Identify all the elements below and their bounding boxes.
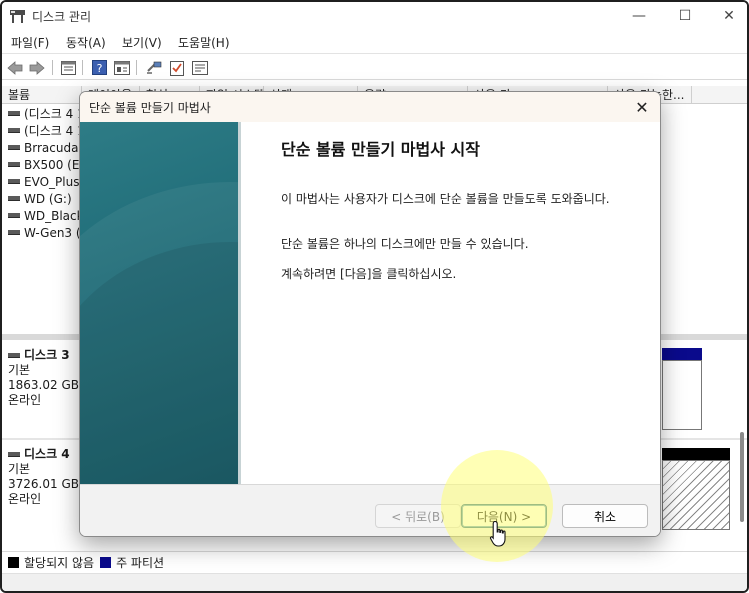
drive-icon [8, 179, 20, 184]
volume-name: (디스크 4 1 [24, 107, 85, 121]
column-volume[interactable]: 볼륨 [2, 86, 82, 104]
list-item[interactable]: WD (G:) [8, 190, 72, 207]
settings-icon[interactable] [191, 59, 208, 76]
vertical-scrollbar[interactable] [740, 432, 744, 522]
disk-3-name: 디스크 3 [24, 348, 70, 362]
wizard-disk-note: 단순 볼륨은 하나의 디스크에만 만들 수 있습니다. [281, 237, 529, 251]
legend-primary: 주 파티션 [116, 556, 165, 570]
view-icon[interactable] [113, 59, 130, 76]
wizard-banner-image [80, 122, 238, 484]
status-bar [2, 573, 747, 591]
wizard-content: 단순 볼륨 만들기 마법사 시작 이 마법사는 사용자가 디스크에 단순 볼륨을… [241, 122, 660, 484]
partition-block[interactable] [662, 360, 702, 430]
hand-cursor-icon [489, 520, 506, 547]
svg-text:?: ? [97, 62, 103, 75]
wizard-continue-note: 계속하려면 [다음]을 클릭하십시오. [281, 267, 457, 281]
close-button[interactable]: ✕ [714, 6, 744, 26]
volume-name: (디스크 4 1 [24, 124, 85, 138]
drive-icon [8, 162, 20, 167]
new-simple-volume-wizard: 단순 볼륨 만들기 마법사 ✕ 단순 볼륨 만들기 마법사 시작 이 마법사는 … [79, 91, 661, 537]
list-item[interactable]: (디스크 4 1 [8, 122, 85, 139]
maximize-button[interactable]: ☐ [670, 6, 700, 26]
forward-icon[interactable] [28, 59, 45, 76]
wizard-button-bar: < 뒤로(B) 다음(N) > 취소 [80, 484, 660, 536]
toolbar-separator [52, 60, 53, 75]
dialog-close-icon[interactable]: ✕ [632, 97, 652, 117]
volume-name: WD_Black [24, 208, 84, 223]
volume-name: WD (G:) [24, 191, 72, 206]
help-icon[interactable]: ? [91, 59, 108, 76]
back-button[interactable]: < 뒤로(B) [375, 504, 461, 528]
primary-swatch [100, 557, 112, 568]
unallocated-block[interactable] [662, 460, 730, 530]
checklist-icon[interactable] [168, 59, 185, 76]
list-item[interactable]: BX500 (E:) [8, 156, 88, 173]
list-item[interactable]: (디스크 4 1 [8, 105, 85, 122]
minimize-button[interactable]: — [624, 6, 654, 26]
partition-bar-unallocated [662, 448, 730, 460]
partition-bar-primary [662, 348, 702, 360]
title-bar: 디스크 관리 — ☐ ✕ [2, 2, 747, 31]
properties-icon[interactable] [60, 59, 77, 76]
toolbar: ? [2, 55, 747, 80]
disk-management-icon [10, 10, 25, 23]
menu-help[interactable]: 도움말(H) [178, 34, 230, 51]
dialog-title: 단순 볼륨 만들기 마법사 [89, 101, 211, 115]
cancel-button[interactable]: 취소 [562, 504, 648, 528]
list-item[interactable]: WD_Black [8, 207, 84, 224]
connect-icon[interactable] [145, 59, 162, 76]
drive-icon [8, 145, 20, 150]
wizard-intro-text: 이 마법사는 사용자가 디스크에 단순 볼륨을 만들도록 도와줍니다. [281, 192, 610, 206]
window-title: 디스크 관리 [32, 10, 92, 24]
drive-icon [8, 353, 20, 358]
dialog-title-bar: 단순 볼륨 만들기 마법사 ✕ [80, 92, 660, 122]
drive-icon [8, 111, 20, 116]
menu-view[interactable]: 보기(V) [122, 34, 162, 51]
drive-icon [8, 230, 20, 235]
toolbar-separator [82, 60, 83, 75]
list-item[interactable]: W-Gen3 (H [8, 224, 90, 241]
unallocated-swatch [8, 557, 19, 568]
list-item[interactable]: EVO_Plus ( [8, 173, 88, 190]
menu-action[interactable]: 동작(A) [66, 34, 106, 51]
drive-icon [8, 196, 20, 201]
menu-bar: 파일(F) 동작(A) 보기(V) 도움말(H) [2, 31, 747, 54]
wizard-heading: 단순 볼륨 만들기 마법사 시작 [281, 140, 480, 159]
drive-icon [8, 452, 20, 457]
back-icon[interactable] [6, 59, 23, 76]
toolbar-separator [136, 60, 137, 75]
legend-unallocated: 할당되지 않음 [24, 556, 95, 570]
drive-icon [8, 213, 20, 218]
disk-4-name: 디스크 4 [24, 447, 70, 461]
legend: 할당되지 않음 주 파티션 [2, 551, 747, 573]
drive-icon [8, 128, 20, 133]
menu-file[interactable]: 파일(F) [11, 34, 49, 51]
